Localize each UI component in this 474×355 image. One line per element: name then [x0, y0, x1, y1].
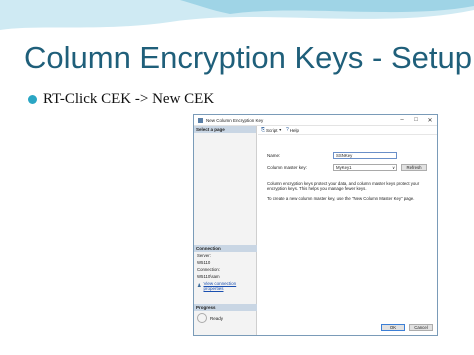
refresh-button[interactable]: Refresh: [401, 164, 427, 171]
minimize-icon[interactable]: –: [395, 117, 409, 123]
progress-spinner-icon: [197, 313, 207, 323]
create-cmk-hint: To create a new column master key, use t…: [267, 196, 415, 201]
app-icon: [198, 117, 203, 123]
connection-section: Connection Server: W5110 Connection: W51…: [194, 245, 257, 292]
close-icon[interactable]: ✕: [423, 117, 437, 124]
view-connection-properties-link[interactable]: View connection properties: [203, 281, 254, 291]
name-label: Name:: [267, 153, 281, 158]
bullet-item: RT-Click CEK -> New CEK: [28, 91, 214, 108]
new-cek-dialog: New Column Encryption Key – □ ✕ Select a…: [193, 114, 438, 336]
select-page-header: Select a page: [194, 126, 256, 133]
cmk-label: Column master key:: [267, 165, 308, 170]
help-icon: ?: [286, 127, 289, 133]
dialog-toolbar: ⎘ Script ▼ ? Help: [258, 126, 437, 135]
connection-label: Connection:: [197, 267, 220, 272]
dialog-title: New Column Encryption Key: [206, 117, 264, 123]
script-button[interactable]: ⎘ Script ▼: [261, 127, 282, 133]
connection-value: W5110\sam: [197, 274, 220, 279]
name-input[interactable]: SSNKey: [333, 152, 397, 159]
bullet-text: RT-Click CEK -> New CEK: [43, 91, 215, 107]
server-label: Server:: [197, 253, 211, 258]
dialog-footer: OK Cancel: [381, 324, 433, 331]
slide-title: Column Encryption Keys - Setup: [24, 40, 472, 75]
script-icon: ⎘: [261, 127, 266, 133]
cancel-button[interactable]: Cancel: [409, 324, 433, 331]
cmk-select[interactable]: MyKey1 ∨: [333, 164, 397, 171]
progress-row: Ready: [194, 311, 257, 325]
maximize-icon[interactable]: □: [409, 117, 423, 123]
server-value: W5110: [197, 260, 211, 265]
script-label: Script: [266, 127, 278, 133]
dialog-titlebar: New Column Encryption Key – □ ✕: [194, 115, 437, 126]
ok-button[interactable]: OK: [381, 324, 405, 331]
connection-header: Connection: [194, 245, 257, 252]
help-label: Help: [289, 127, 300, 133]
view-connection-properties[interactable]: ♟ View connection properties: [194, 280, 257, 292]
description-text: Column encryption keys protect your data…: [267, 181, 420, 192]
bullet-dot-icon: [28, 95, 37, 104]
progress-section: Progress Ready: [194, 304, 257, 325]
slide-wave-decoration: [0, 0, 474, 30]
right-pane: ⎘ Script ▼ ? Help Name: SSNKey Column ma…: [258, 126, 437, 335]
name-row: Name: SSNKey: [267, 152, 397, 159]
cmk-selected-value: MyKey1: [336, 165, 352, 170]
help-button[interactable]: ? Help: [286, 127, 299, 133]
left-pane: Select a page Connection Server: W5110 C…: [194, 126, 257, 335]
chevron-down-icon: ∨: [392, 165, 395, 170]
progress-status: Ready: [210, 315, 224, 321]
connection-properties-icon: ♟: [197, 283, 202, 289]
progress-header: Progress: [194, 304, 257, 311]
cmk-row: Column master key: MyKey1 ∨ Refresh: [267, 164, 427, 171]
script-dropdown-icon: ▼: [278, 128, 282, 132]
